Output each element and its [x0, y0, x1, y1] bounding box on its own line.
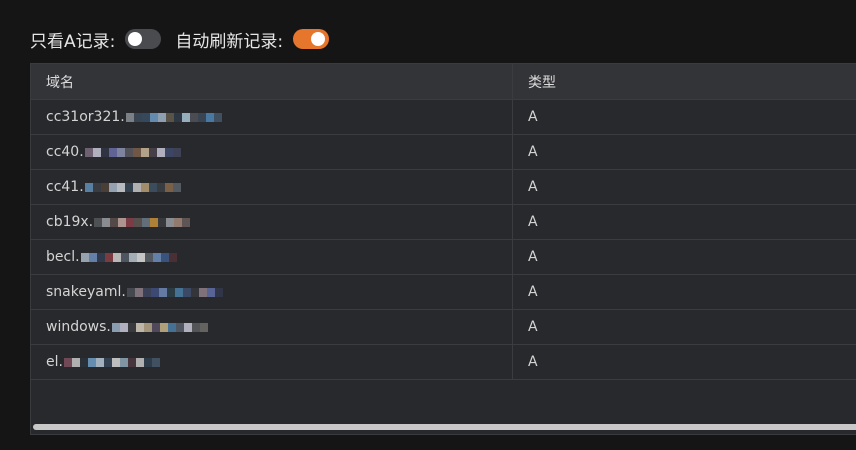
domain-cell: cc31or321.: [31, 99, 513, 135]
type-cell: A: [512, 99, 856, 135]
type-cell: A: [512, 169, 856, 205]
redacted-mosaic: [84, 179, 181, 195]
table-row[interactable]: cc31or321. A: [31, 99, 856, 135]
a-records-only-toggle[interactable]: [125, 29, 162, 49]
table-row[interactable]: cb19x. A: [31, 204, 856, 240]
domain-cell: el.: [31, 344, 513, 380]
type-cell: A: [512, 204, 856, 240]
domain-cell: cb19x.: [31, 204, 513, 240]
auto-refresh-group: 自动刷新记录:: [175, 27, 330, 52]
domain-text: snakeyaml.: [46, 284, 126, 300]
table-row[interactable]: becl. A: [31, 239, 856, 275]
domain-cell: snakeyaml.: [31, 274, 513, 310]
domain-text: el.: [46, 354, 63, 370]
toolbar: 只看A记录: 自动刷新记录:: [30, 24, 330, 54]
type-cell: A: [512, 344, 856, 380]
toggle-knob: [311, 32, 326, 46]
type-cell: A: [512, 274, 856, 310]
a-records-only-group: 只看A记录:: [30, 27, 162, 52]
table-header-row: 域名 类型: [31, 64, 856, 100]
redacted-mosaic: [111, 319, 208, 335]
auto-refresh-toggle[interactable]: [293, 29, 330, 49]
redacted-mosaic: [126, 284, 223, 300]
domain-cell: cc40.: [31, 134, 513, 170]
toggle-knob: [128, 32, 143, 46]
redacted-mosaic: [94, 214, 191, 230]
domain-text: cc31or321.: [46, 109, 125, 125]
redacted-mosaic: [84, 144, 181, 160]
redacted-mosaic: [125, 109, 222, 125]
table-row[interactable]: el. A: [31, 344, 856, 380]
table-row[interactable]: cc40. A: [31, 134, 856, 170]
domain-cell: becl.: [31, 239, 513, 275]
domain-text: becl.: [46, 249, 80, 265]
type-cell: A: [512, 309, 856, 345]
auto-refresh-label: 自动刷新记录:: [175, 31, 284, 52]
table-row[interactable]: windows. A: [31, 309, 856, 345]
domain-text: cb19x.: [46, 214, 94, 230]
domain-cell: cc41.: [31, 169, 513, 205]
dns-records-table: 域名 类型 cc31or321. Acc40. Acc41. Acb19x. Abecl…: [30, 63, 856, 435]
horizontal-scrollbar[interactable]: [33, 424, 856, 430]
domain-text: cc41.: [46, 179, 84, 195]
redacted-mosaic: [80, 249, 177, 265]
domain-text: windows.: [46, 319, 111, 335]
table-row[interactable]: snakeyaml. A: [31, 274, 856, 310]
domain-cell: windows.: [31, 309, 513, 345]
domain-text: cc40.: [46, 144, 84, 160]
redacted-mosaic: [63, 354, 160, 370]
table-row[interactable]: cc41. A: [31, 169, 856, 205]
type-cell: A: [512, 239, 856, 275]
column-header-domain[interactable]: 域名: [31, 64, 513, 100]
type-cell: A: [512, 134, 856, 170]
column-header-type[interactable]: 类型: [512, 64, 856, 100]
records-table: 域名 类型 cc31or321. Acc40. Acc41. Acb19x. Abecl…: [31, 64, 856, 380]
a-records-only-label: 只看A记录:: [30, 31, 116, 52]
